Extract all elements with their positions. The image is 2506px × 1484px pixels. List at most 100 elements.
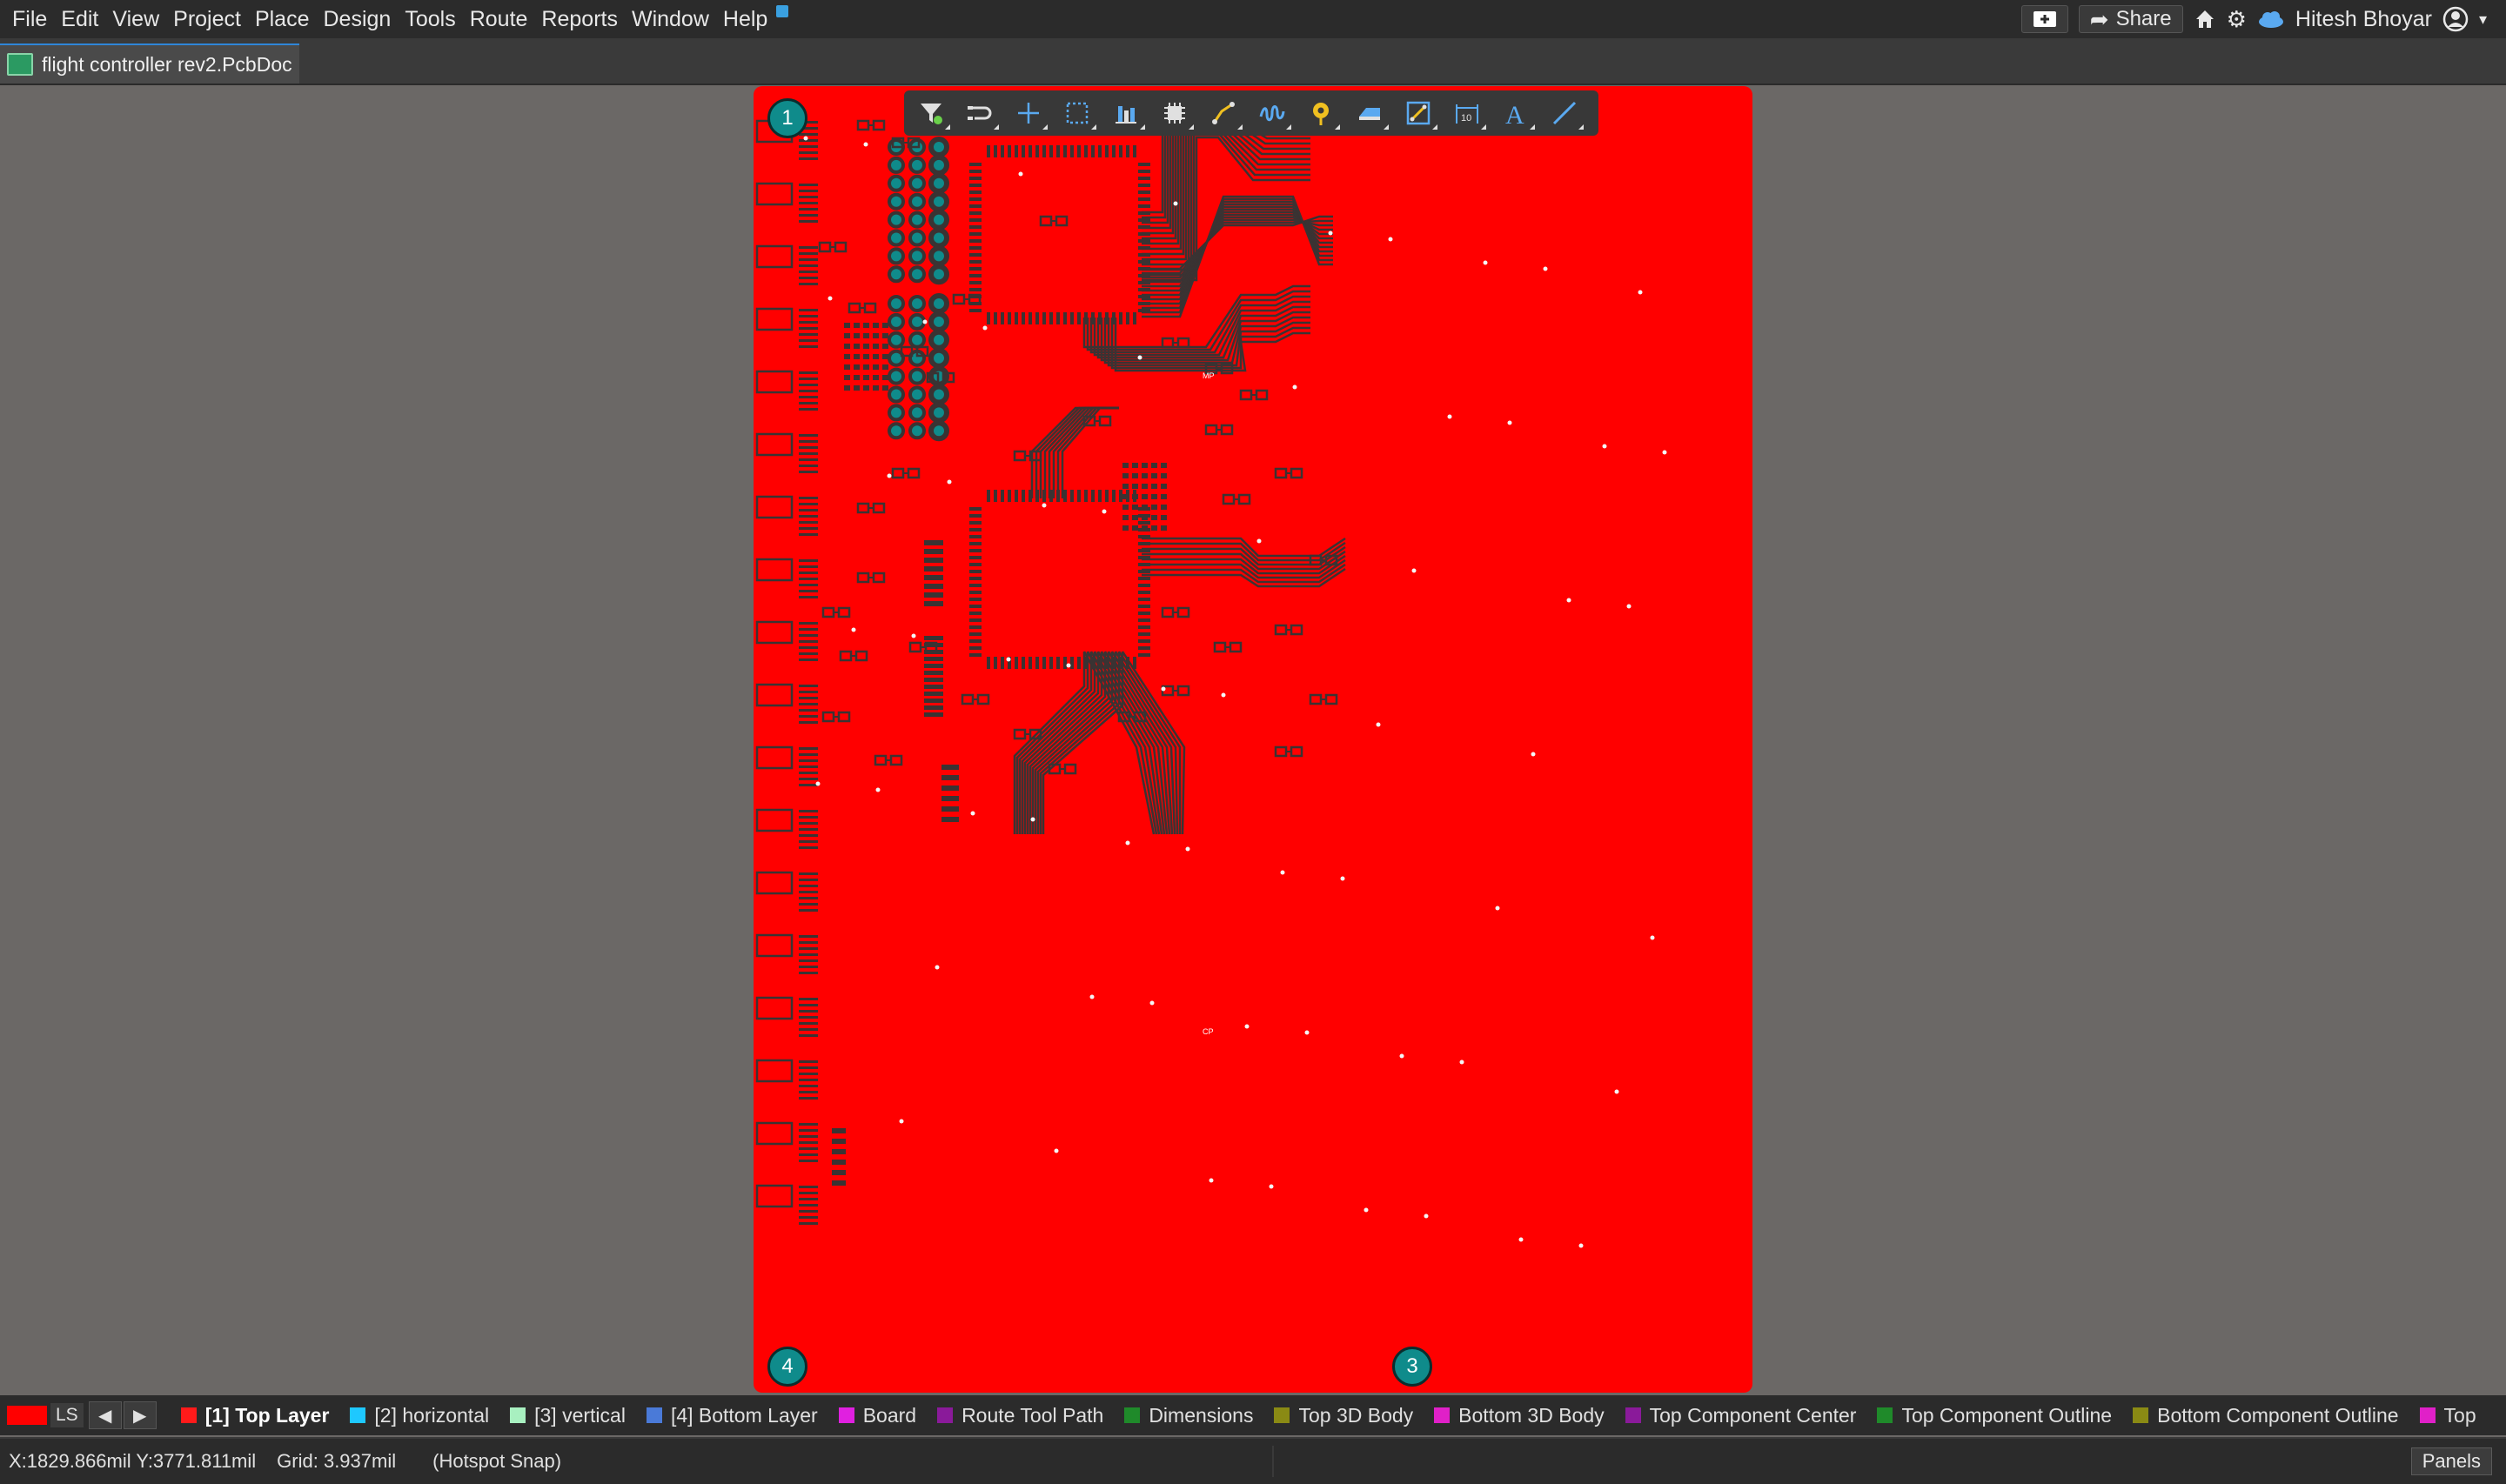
share-arrow-icon: ➦ xyxy=(2089,5,2109,32)
user-name[interactable]: Hitesh Bhoyar xyxy=(2295,7,2432,32)
layer-tab[interactable]: Board xyxy=(828,1395,927,1435)
layer-tab[interactable]: Top xyxy=(2409,1395,2487,1435)
pad-icon[interactable] xyxy=(1397,94,1440,132)
line-icon[interactable] xyxy=(1543,94,1586,132)
layer-color-swatch xyxy=(1877,1407,1893,1423)
menu-reports[interactable]: Reports xyxy=(534,0,625,38)
current-layer-swatch[interactable] xyxy=(7,1406,47,1425)
cloud-user-icon[interactable] xyxy=(2257,10,2285,29)
layer-tab[interactable]: Top Component Outline xyxy=(1866,1395,2122,1435)
home-icon[interactable] xyxy=(2194,8,2216,30)
gear-icon[interactable]: ⚙ xyxy=(2227,6,2247,33)
origin-marker-1[interactable]: 1 xyxy=(767,98,807,138)
string-icon[interactable]: A xyxy=(1494,94,1538,132)
layer-next-button[interactable]: ▶ xyxy=(123,1401,157,1429)
fill-icon[interactable] xyxy=(1348,94,1391,132)
menu-file[interactable]: File xyxy=(5,0,54,38)
layer-tab-label: [4] Bottom Layer xyxy=(670,1403,818,1427)
status-divider xyxy=(1272,1446,1274,1477)
layer-tab-label: Bottom 3D Body xyxy=(1458,1403,1605,1427)
document-tab-label: flight controller rev2.PcbDoc xyxy=(42,52,292,76)
active-bar-toolbar: 10 A xyxy=(904,90,1598,136)
layer-tab[interactable]: Top 3D Body xyxy=(1263,1395,1424,1435)
component-icon[interactable] xyxy=(1153,94,1196,132)
cross-icon[interactable] xyxy=(1007,94,1050,132)
origin-marker-3[interactable]: 3 xyxy=(1392,1347,1432,1387)
layer-tab-label: Top 3D Body xyxy=(1298,1403,1414,1427)
right-toolbar: ➦ Share ⚙ Hitesh Bhoyar ▾ xyxy=(2020,0,2506,38)
filter-icon[interactable] xyxy=(909,94,953,132)
layer-tab-label: Dimensions xyxy=(1149,1403,1254,1427)
panels-button[interactable]: Panels xyxy=(2410,1447,2492,1475)
new-item-button[interactable] xyxy=(2020,5,2068,33)
layer-tab[interactable]: Bottom Component Outline xyxy=(2122,1395,2409,1435)
length-tuning-icon[interactable] xyxy=(1250,94,1294,132)
interactive-routing-icon[interactable] xyxy=(958,94,1002,132)
layer-tab[interactable]: [1] Top Layer xyxy=(171,1395,340,1435)
plus-box-icon xyxy=(2033,11,2056,27)
svg-text:10: 10 xyxy=(1461,113,1471,124)
menu-help[interactable]: Help xyxy=(716,0,774,38)
svg-text:A: A xyxy=(1505,101,1524,127)
share-button[interactable]: ➦ Share xyxy=(2078,5,2183,33)
menu-route[interactable]: Route xyxy=(463,0,535,38)
account-icon[interactable] xyxy=(2442,6,2469,32)
layer-tab-label: Bottom Component Outline xyxy=(2157,1403,2399,1427)
layer-set-button[interactable]: LS xyxy=(50,1403,84,1427)
layer-tab[interactable]: Dimensions xyxy=(1114,1395,1263,1435)
origin-marker-4[interactable]: 4 xyxy=(767,1347,807,1387)
menu-place[interactable]: Place xyxy=(248,0,317,38)
layer-color-swatch xyxy=(646,1407,662,1423)
layer-color-swatch xyxy=(937,1407,954,1423)
layer-color-swatch xyxy=(2133,1407,2149,1423)
layer-color-swatch xyxy=(350,1407,366,1423)
chevron-down-icon[interactable]: ▾ xyxy=(2479,10,2487,29)
via-icon[interactable] xyxy=(1299,94,1343,132)
cursor-coordinates: X:1829.866mil Y:3771.811mil xyxy=(9,1450,257,1472)
share-label: Share xyxy=(2115,7,2172,30)
document-tab[interactable]: flight controller rev2.PcbDoc xyxy=(0,43,299,84)
layer-color-swatch xyxy=(1625,1407,1641,1423)
route-multiple-icon[interactable] xyxy=(1202,94,1245,132)
pcb-board[interactable]: MP CP xyxy=(754,86,1752,1393)
layer-tab-label: [3] vertical xyxy=(534,1403,626,1427)
layer-color-swatch xyxy=(838,1407,854,1423)
menu-edit[interactable]: Edit xyxy=(54,0,105,38)
align-icon[interactable] xyxy=(1104,94,1148,132)
layer-tab-label: Top Component Center xyxy=(1649,1403,1857,1427)
layer-tab-label: Top xyxy=(2443,1403,2476,1427)
menu-bar: File Edit View Project Place Design Tool… xyxy=(0,0,2506,38)
menu-tools[interactable]: Tools xyxy=(398,0,462,38)
dimension-icon[interactable]: 10 xyxy=(1445,94,1489,132)
layer-tab-label: Top Component Outline xyxy=(1901,1403,2113,1427)
layer-color-swatch xyxy=(1124,1407,1141,1423)
layer-tab[interactable]: Route Tool Path xyxy=(927,1395,1114,1435)
chip-label-mp: MP xyxy=(1203,371,1215,380)
layer-tab[interactable]: [4] Bottom Layer xyxy=(636,1395,828,1435)
layer-tab-label: [1] Top Layer xyxy=(204,1403,330,1427)
main-menu: File Edit View Project Place Design Tool… xyxy=(0,0,789,38)
layer-tab[interactable]: [3] vertical xyxy=(499,1395,636,1435)
layer-prev-button[interactable]: ◀ xyxy=(88,1401,122,1429)
snap-mode: (Hotspot Snap) xyxy=(432,1450,562,1472)
pcb-canvas[interactable]: MP CP 1 4 3 10 A xyxy=(0,85,2506,1394)
select-rect-icon[interactable] xyxy=(1055,94,1099,132)
pcb-artwork: MP CP xyxy=(755,102,1667,1248)
layer-tab[interactable]: [2] horizontal xyxy=(339,1395,499,1435)
layer-tab-list: [1] Top Layer [2] horizontal [3] vertical [… xyxy=(171,1395,2506,1435)
layer-color-swatch xyxy=(1274,1407,1290,1423)
document-tabbar: flight controller rev2.PcbDoc xyxy=(0,38,2506,85)
layer-tab-label: [2] horizontal xyxy=(374,1403,490,1427)
layer-tab[interactable]: Top Component Center xyxy=(1615,1395,1867,1435)
layer-color-swatch xyxy=(510,1407,526,1423)
menu-view[interactable]: View xyxy=(105,0,166,38)
layer-color-swatch xyxy=(180,1407,197,1423)
help-badge-icon[interactable] xyxy=(776,5,789,17)
layer-tab-label: Route Tool Path xyxy=(962,1403,1104,1427)
menu-window[interactable]: Window xyxy=(625,0,716,38)
menu-design[interactable]: Design xyxy=(317,0,399,38)
layer-tab-label: Board xyxy=(862,1403,917,1427)
menu-project[interactable]: Project xyxy=(166,0,248,38)
layer-tab[interactable]: Bottom 3D Body xyxy=(1424,1395,1614,1435)
layer-tabs-bar: LS ◀ ▶ [1] Top Layer [2] horizontal [3] ve… xyxy=(0,1395,2506,1435)
